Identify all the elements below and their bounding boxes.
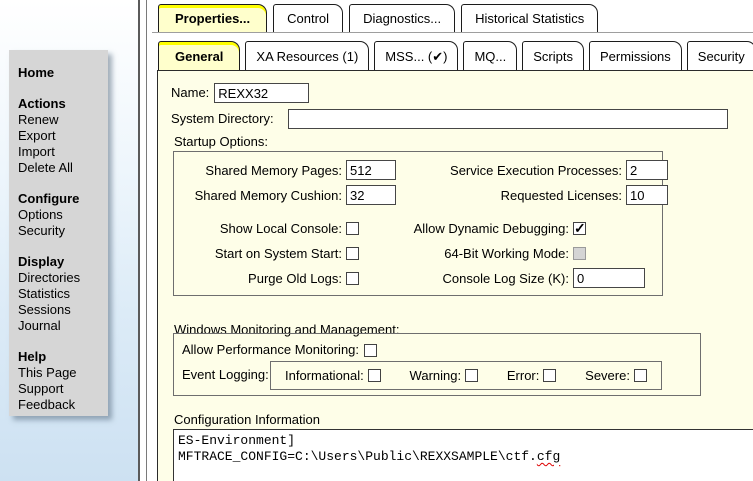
sidebar-header-configure: Configure xyxy=(18,191,104,207)
64-bit-working-mode-label: 64-Bit Working Mode: xyxy=(374,246,569,261)
shared-memory-cushion-label: Shared Memory Cushion: xyxy=(174,188,342,203)
console-log-size-field[interactable] xyxy=(573,268,645,288)
informational-checkbox[interactable] xyxy=(368,369,381,382)
sidebar-item-import[interactable]: Import xyxy=(18,144,104,160)
show-local-console-checkbox[interactable] xyxy=(346,222,359,235)
config-line-1: ES-Environment] xyxy=(178,433,295,448)
primary-tab-bar: Properties... Control Diagnostics... His… xyxy=(152,4,753,33)
show-local-console-label: Show Local Console: xyxy=(174,221,342,236)
tab-control[interactable]: Control xyxy=(273,4,343,32)
sidebar-item-home[interactable]: Home xyxy=(18,65,104,81)
general-tab-panel: Name: System Directory: Startup Options:… xyxy=(157,70,753,481)
allow-dynamic-debugging-checkbox[interactable] xyxy=(573,222,586,235)
config-line-2: MFTRACE_CONFIG=C:\Users\Public\REXXSAMPL… xyxy=(178,449,537,464)
allow-dynamic-debugging-label: Allow Dynamic Debugging: xyxy=(374,221,569,236)
sidebar-item-statistics[interactable]: Statistics xyxy=(18,286,104,302)
configuration-information-label: Configuration Information xyxy=(174,412,320,427)
shared-memory-pages-label: Shared Memory Pages: xyxy=(174,163,342,178)
tab-historical-statistics[interactable]: Historical Statistics xyxy=(461,4,598,32)
sidebar-item-feedback[interactable]: Feedback xyxy=(18,397,104,413)
tab-mss[interactable]: MSS... (✔) xyxy=(374,41,458,70)
system-directory-label: System Directory: xyxy=(171,109,283,129)
tab-mq[interactable]: MQ... xyxy=(463,41,517,70)
startup-row-1: Shared Memory Pages: Service Execution P… xyxy=(174,160,662,180)
name-label: Name: xyxy=(171,83,209,103)
informational-label: Informational: xyxy=(285,368,364,383)
startup-row-3: Show Local Console: Allow Dynamic Debugg… xyxy=(174,218,662,238)
console-log-size-label: Console Log Size (K): xyxy=(374,271,569,286)
sidebar-header-help: Help xyxy=(18,349,104,365)
start-on-system-start-label: Start on System Start: xyxy=(174,246,342,261)
event-severe-item: Severe: xyxy=(585,368,647,383)
warning-checkbox[interactable] xyxy=(465,369,478,382)
allow-performance-monitoring-label: Allow Performance Monitoring: xyxy=(182,340,359,360)
allow-performance-monitoring-checkbox[interactable] xyxy=(364,344,377,357)
error-checkbox[interactable] xyxy=(543,369,556,382)
name-field[interactable] xyxy=(214,83,309,103)
requested-licenses-field[interactable] xyxy=(626,185,668,205)
purge-old-logs-label: Purge Old Logs: xyxy=(174,271,342,286)
tab-xa-resources[interactable]: XA Resources (1) xyxy=(245,41,369,70)
start-on-system-start-checkbox[interactable] xyxy=(346,247,359,260)
sidebar-header-actions: Actions xyxy=(18,96,104,112)
tab-diagnostics[interactable]: Diagnostics... xyxy=(349,4,455,32)
sidebar-item-export[interactable]: Export xyxy=(18,128,104,144)
allow-performance-monitoring-row: Allow Performance Monitoring: xyxy=(182,340,377,360)
name-row: Name: xyxy=(171,83,309,103)
tab-security[interactable]: Security xyxy=(687,41,753,70)
secondary-tab-bar: General XA Resources (1) MSS... (✔) MQ..… xyxy=(152,41,753,70)
system-directory-field[interactable] xyxy=(288,109,728,129)
warning-label: Warning: xyxy=(410,368,462,383)
windows-monitoring-groupbox: Allow Performance Monitoring: Event Logg… xyxy=(173,333,701,396)
startup-row-4: Start on System Start: 64-Bit Working Mo… xyxy=(174,243,662,263)
sidebar-item-directories[interactable]: Directories xyxy=(18,270,104,286)
requested-licenses-label: Requested Licenses: xyxy=(374,188,622,203)
sidebar-item-support[interactable]: Support xyxy=(18,381,104,397)
frame-divider-line xyxy=(138,0,140,481)
severe-label: Severe: xyxy=(585,368,630,383)
sidebar-item-delete-all[interactable]: Delete All xyxy=(18,160,104,176)
event-logging-groupbox: Informational: Warning: Error: Severe: xyxy=(270,361,662,390)
severe-checkbox[interactable] xyxy=(634,369,647,382)
startup-row-2: Shared Memory Cushion: Requested License… xyxy=(174,185,662,205)
sidebar-item-options[interactable]: Options xyxy=(18,207,104,223)
service-execution-processes-field[interactable] xyxy=(626,160,668,180)
64-bit-working-mode-checkbox xyxy=(573,247,586,260)
tab-scripts[interactable]: Scripts xyxy=(522,41,584,70)
configuration-textarea[interactable]: ES-Environment] MFTRACE_CONFIG=C:\Users\… xyxy=(173,429,753,481)
sidebar-item-this-page[interactable]: This Page xyxy=(18,365,104,381)
event-error-item: Error: xyxy=(507,368,557,383)
startup-row-5: Purge Old Logs: Console Log Size (K): xyxy=(174,268,662,288)
sidebar-nav: Home Actions Renew Export Import Delete … xyxy=(9,50,108,416)
sidebar-item-journal[interactable]: Journal xyxy=(18,318,104,334)
sidebar-header-display: Display xyxy=(18,254,104,270)
event-informational-item: Informational: xyxy=(285,368,381,383)
startup-options-label: Startup Options: xyxy=(174,134,268,149)
error-label: Error: xyxy=(507,368,540,383)
event-warning-item: Warning: xyxy=(410,368,479,383)
config-misspelled-word: cfg xyxy=(537,449,560,464)
system-directory-row: System Directory: xyxy=(171,109,728,129)
tab-permissions[interactable]: Permissions xyxy=(589,41,682,70)
frame-divider-line-2 xyxy=(146,0,147,481)
sidebar-item-security[interactable]: Security xyxy=(18,223,104,239)
event-logging-label: Event Logging: xyxy=(182,367,269,382)
purge-old-logs-checkbox[interactable] xyxy=(346,272,359,285)
sidebar-item-renew[interactable]: Renew xyxy=(18,112,104,128)
service-execution-processes-label: Service Execution Processes: xyxy=(374,163,622,178)
tab-general[interactable]: General xyxy=(158,41,240,70)
sidebar-item-sessions[interactable]: Sessions xyxy=(18,302,104,318)
startup-options-groupbox: Shared Memory Pages: Service Execution P… xyxy=(173,151,663,296)
tab-properties[interactable]: Properties... xyxy=(158,4,267,32)
